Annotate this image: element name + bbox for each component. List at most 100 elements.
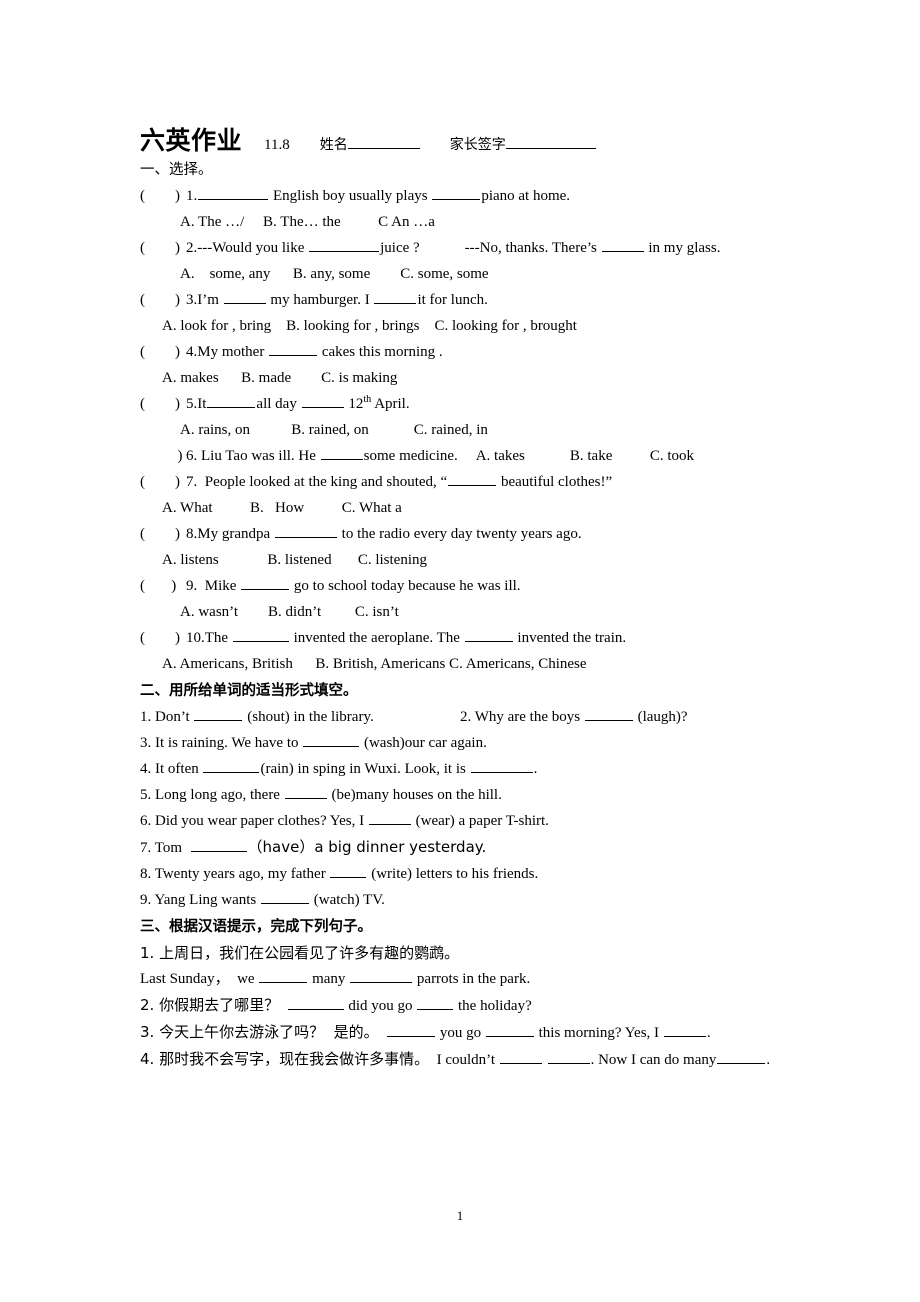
parent-signature-blank[interactable]: [505, 148, 596, 149]
answer-paren-5[interactable]: ( ): [140, 391, 186, 417]
section3-item-2-blank-2[interactable]: [417, 995, 454, 1010]
question-8-options[interactable]: A. listens B. listened C. listening: [140, 547, 785, 573]
question-3-text-1: I’m: [197, 292, 223, 308]
section3-item-4-blank-3[interactable]: [717, 1049, 766, 1064]
section3-item-1-chinese: 1. 上周日，我们在公园看见了许多有趣的鹦鹉。: [140, 944, 460, 962]
answer-paren-7[interactable]: ( ): [140, 469, 186, 495]
question-1-blank-2[interactable]: [432, 185, 481, 200]
question-5-stem: ( ) 5.It all day 12th April.: [140, 391, 785, 417]
question-9-text-1: Mike: [197, 578, 241, 594]
answer-paren-3[interactable]: ( ): [140, 287, 186, 313]
section-1-heading: 一、选择。: [140, 162, 213, 178]
question-9-stem: ( ) 9. Mike go to school today because h…: [140, 573, 785, 599]
question-1-number: 1.: [186, 188, 198, 204]
section3-item-2-blank-1[interactable]: [287, 995, 344, 1010]
section2-item-3-text-2: (wash)our car again.: [360, 735, 487, 751]
section2-item-1-blank-2[interactable]: [584, 706, 633, 721]
question-1-blank-1[interactable]: [198, 185, 269, 200]
answer-paren-2[interactable]: ( ): [140, 235, 186, 261]
question-8-text-1: My grandpa: [197, 526, 274, 542]
section2-item-6: 6. Did you wear paper clothes? Yes, I (w…: [140, 808, 785, 834]
student-name-label: 姓名: [319, 137, 348, 153]
question-3-options[interactable]: A. look for , bring B. looking for , bri…: [140, 313, 785, 339]
question-5-options[interactable]: A. rains, on B. rained, on C. rained, in: [140, 417, 785, 443]
section2-item-6-blank-1[interactable]: [368, 810, 411, 825]
question-9-number: 9.: [186, 578, 198, 594]
answer-paren-6[interactable]: ): [140, 443, 186, 469]
section2-item-7: 7. Tom （have）a big dinner yesterday.: [140, 834, 785, 861]
section2-item-3-text-1: 3. It is raining. We have to: [140, 735, 303, 751]
section2-item-4-text-3: .: [533, 761, 538, 777]
question-7-options[interactable]: A. What B. How C. What a: [140, 495, 785, 521]
question-5-text-4: April.: [371, 396, 410, 412]
section2-item-9-blank-1[interactable]: [261, 889, 310, 904]
question-1-text-2: piano at home.: [481, 188, 571, 204]
question-8-number: 8.: [186, 526, 198, 542]
section3-item-1-blank-1[interactable]: [259, 968, 308, 983]
question-7-blank-1[interactable]: [448, 471, 497, 486]
section2-item-5-text-2: (be)many houses on the hill.: [327, 787, 502, 803]
section3-item-4-text-2: . Now I can do many: [590, 1052, 717, 1068]
answer-paren-9[interactable]: ( ): [140, 573, 186, 599]
section2-item-3-blank-1[interactable]: [303, 732, 360, 747]
question-10-blank-1[interactable]: [232, 627, 289, 642]
question-4-text-1: My mother: [197, 344, 269, 360]
question-9-blank-1[interactable]: [241, 575, 290, 590]
section3-item-3-blank-2[interactable]: [485, 1022, 534, 1037]
section2-item-4-blank-1[interactable]: [203, 758, 260, 773]
question-3-blank-2[interactable]: [374, 289, 417, 304]
question-2-options[interactable]: A. some, any B. any, some C. some, some: [140, 261, 785, 287]
section3-item-3-blank-1[interactable]: [387, 1022, 436, 1037]
section2-item-5-blank-1[interactable]: [284, 784, 327, 799]
question-1-text-1: English boy usually plays: [269, 188, 432, 204]
answer-paren-10[interactable]: ( ): [140, 625, 186, 651]
question-10-options[interactable]: A. Americans, British B. British, Americ…: [140, 651, 785, 677]
section3-item-3-blank-3[interactable]: [663, 1022, 706, 1037]
question-3-stem: ( ) 3.I’m my hamburger. I it for lunch.: [140, 287, 785, 313]
student-name-blank[interactable]: [347, 148, 420, 149]
section2-item-5: 5. Long long ago, there (be)many houses …: [140, 782, 785, 808]
section-3-heading: 三、根据汉语提示，完成下列句子。: [140, 919, 372, 935]
section3-item-4-text-0: I couldn’t: [429, 1052, 499, 1068]
question-8-blank-1[interactable]: [274, 523, 337, 538]
section2-item-4-blank-2[interactable]: [470, 758, 533, 773]
question-1-options[interactable]: A. The …/ B. The… the C An …a: [140, 209, 785, 235]
question-3-text-3: it for lunch.: [417, 292, 488, 308]
question-9-options[interactable]: A. wasn’t B. didn’t C. isn’t: [140, 599, 785, 625]
section3-item-3-chinese: 3. 今天上午你去游泳了吗？ 是的。: [140, 1023, 379, 1041]
document-header: 六英作业 11.8 姓名 家长签字: [140, 126, 785, 156]
section2-item-4-text-1: 4. It often: [140, 761, 203, 777]
question-6-stem: ) 6. Liu Tao was ill. He some medicine. A…: [140, 443, 785, 469]
section3-item-4-chinese: 4. 那时我不会写字，现在我会做许多事情。: [140, 1050, 430, 1068]
section2-item-7-blank-1[interactable]: [190, 837, 247, 852]
answer-paren-8[interactable]: ( ): [140, 521, 186, 547]
parent-signature-label: 家长签字: [449, 137, 506, 153]
answer-paren-4[interactable]: ( ): [140, 339, 186, 365]
question-10-blank-2[interactable]: [464, 627, 513, 642]
section2-item-1-text-3: (laugh)?: [633, 709, 688, 725]
section2-item-8-blank-1[interactable]: [330, 863, 367, 878]
section3-item-4-blank-2[interactable]: [547, 1049, 590, 1064]
section3-item-4-text-3: .: [766, 1052, 771, 1068]
question-10-text-2: invented the aeroplane. The: [289, 630, 464, 646]
section3-item-3-text-3: .: [706, 1025, 711, 1041]
question-2-blank-1[interactable]: [309, 237, 380, 252]
question-4-options[interactable]: A. makes B. made C. is making: [140, 365, 785, 391]
section2-item-1-blank-1[interactable]: [194, 706, 243, 721]
question-5-blank-2[interactable]: [301, 393, 344, 408]
question-6-blank-1[interactable]: [320, 445, 363, 460]
question-4-blank-1[interactable]: [269, 341, 318, 356]
question-6-text-2: some medicine. A. takes B. take C. took: [363, 448, 695, 464]
section3-item-2-text-2: the holiday?: [454, 998, 532, 1014]
section3-item-2: 2. 你假期去了哪里？ did you go the holiday?: [140, 992, 785, 1019]
question-2-blank-2[interactable]: [601, 237, 644, 252]
question-5-blank-1[interactable]: [207, 393, 256, 408]
section2-item-4-text-2: (rain) in sping in Wuxi. Look, it is: [260, 761, 470, 777]
question-3-blank-1[interactable]: [223, 289, 266, 304]
answer-paren-1[interactable]: ( ): [140, 183, 186, 209]
section3-item-4-blank-1[interactable]: [499, 1049, 542, 1064]
question-7-text-1: People looked at the king and shouted, “: [197, 474, 448, 490]
assignment-date: 11.8: [264, 137, 290, 153]
section3-item-1-blank-2[interactable]: [350, 968, 413, 983]
section3-item-2-chinese: 2. 你假期去了哪里？: [140, 996, 280, 1014]
